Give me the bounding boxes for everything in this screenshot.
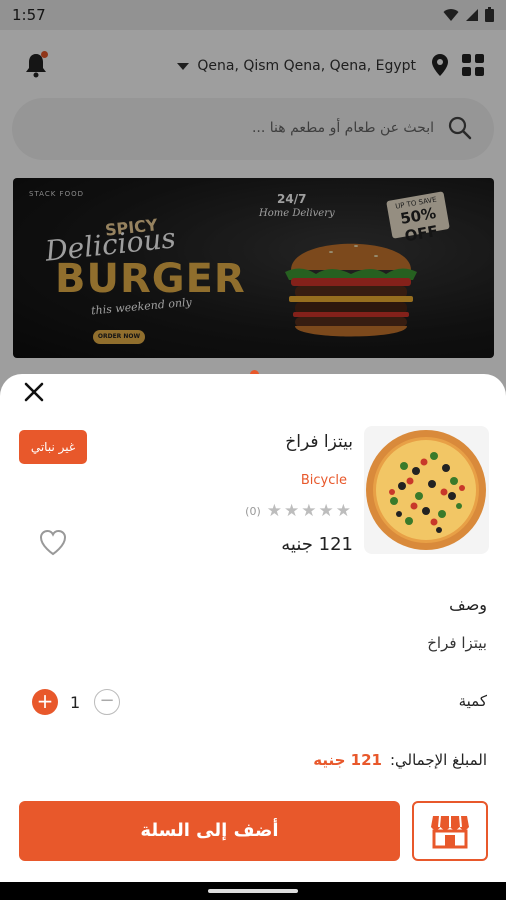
rating-count: (0) (245, 505, 261, 518)
product-price: 121 جنيه (281, 534, 353, 555)
star-icon: ★ (266, 501, 282, 521)
total-label: المبلغ الإجمالي: (389, 751, 487, 769)
total-value: 121 جنيه (313, 751, 382, 769)
quantity-decrease-button[interactable]: − (94, 689, 120, 715)
system-nav-bar (0, 882, 506, 900)
star-icon: ★ (318, 501, 334, 521)
star-icon: ★ (335, 501, 351, 521)
description-text: بيتزا فراخ (427, 634, 487, 652)
product-bottom-sheet: غير نباتي بيتزا فراخ Bicycle (0) ★ ★ ★ ★… (0, 374, 506, 882)
close-icon[interactable] (20, 378, 48, 406)
non-veg-badge: غير نباتي (19, 430, 87, 464)
star-icon: ★ (284, 501, 300, 521)
quantity-value: 1 (70, 693, 81, 712)
quantity-label: كمية (458, 692, 487, 710)
product-image (364, 426, 489, 554)
star-icon: ★ (301, 501, 317, 521)
heart-icon[interactable] (38, 528, 68, 556)
store-icon (431, 815, 469, 849)
total-amount-row: المبلغ الإجمالي: 121 جنيه (313, 751, 487, 769)
product-rating: (0) ★ ★ ★ ★ ★ (245, 503, 351, 520)
add-to-cart-button[interactable]: أضف إلى السلة (19, 801, 400, 861)
store-button[interactable] (412, 801, 488, 861)
quantity-increase-button[interactable]: + (32, 689, 58, 715)
restaurant-name[interactable]: Bicycle (301, 473, 347, 488)
product-name: بيتزا فراخ (285, 432, 353, 452)
description-label: وصف (449, 595, 487, 614)
pizza-image (366, 430, 486, 550)
home-gesture-handle[interactable] (208, 889, 298, 893)
